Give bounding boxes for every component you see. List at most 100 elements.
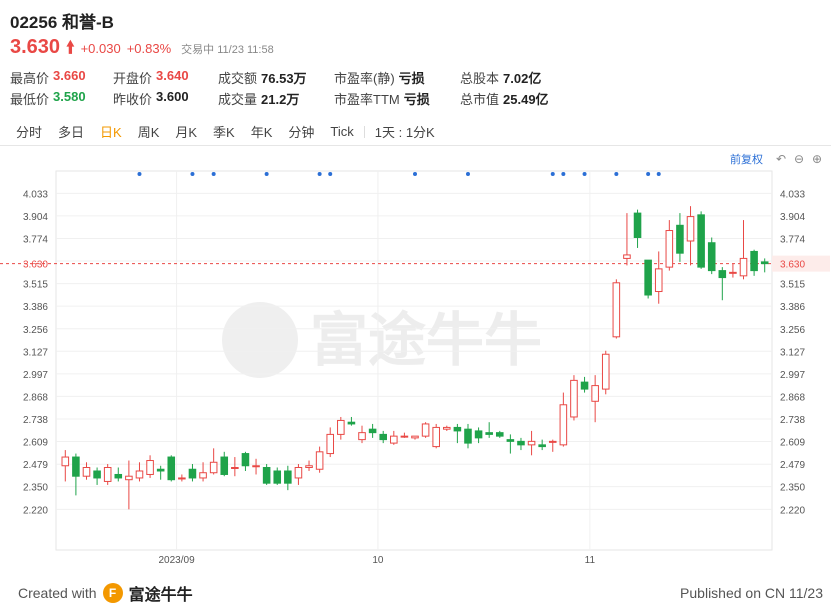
candle-body (485, 432, 493, 435)
candle-body (707, 242, 716, 272)
candle-body (432, 426, 440, 448)
tab-weekly-k[interactable]: 周K (130, 122, 168, 141)
y-tick-label-right: 2.868 (780, 392, 805, 403)
candle-body (146, 460, 154, 475)
period-tabs: 分时 多日 日K 周K 月K 季K 年K 分钟 Tick 1天 : 1分K (0, 118, 831, 146)
candle-body (411, 435, 419, 439)
candle-body (548, 440, 557, 443)
candle-body (199, 472, 207, 479)
stat-market-cap: 总市值 25.49亿 (460, 92, 549, 107)
futu-logo-icon: F (102, 583, 123, 603)
event-marker (190, 172, 195, 176)
tab-yearly-k[interactable]: 年K (243, 122, 281, 141)
stat-volume: 成交量 21.2万 (218, 92, 300, 107)
candle-body (114, 473, 123, 479)
candle-body (739, 257, 748, 277)
candle-body (527, 440, 536, 446)
candle-body (82, 467, 91, 477)
candle-body (188, 468, 197, 479)
y-tick-label-right: 2.350 (780, 483, 805, 494)
stat-pe-ttm: 市盈率TTM 亏损 (334, 92, 430, 107)
up-arrow-icon: 🠙 (66, 38, 75, 57)
y-tick-label-left: 3.630 (23, 260, 48, 271)
trading-status: 交易中 11/23 11:58 (181, 44, 274, 56)
candle-body (315, 451, 324, 470)
stat-low: 最低价 3.580 (10, 89, 86, 107)
published-text: Published on CN 11/23 (680, 585, 823, 601)
tab-monthly-k[interactable]: 月K (167, 122, 205, 141)
candle-body (686, 216, 695, 242)
candle-body (209, 461, 218, 474)
candle-body (443, 426, 451, 430)
x-tick-label: 2023/09 (158, 555, 195, 566)
candle-body (570, 379, 578, 418)
event-marker (328, 172, 333, 176)
candle-body (379, 433, 387, 441)
candle-body (220, 456, 229, 475)
candle-body (400, 435, 409, 438)
tab-daily-k[interactable]: 日K (92, 122, 130, 141)
y-tick-label-left: 3.774 (23, 235, 48, 246)
kline-chart[interactable]: 富途牛牛 4.033 3.904 3.774 3.630 3.515 3.386 3.256 3… (0, 164, 831, 568)
candle-body (125, 475, 133, 481)
event-marker (561, 172, 566, 176)
y-tick-label-left: 2.609 (23, 438, 48, 449)
y-tick-label-left: 2.220 (23, 505, 48, 516)
footer-credit: Created with F 富途牛牛 (18, 581, 193, 605)
candle-body (538, 444, 546, 448)
price-row: 3.630 🠙 +0.030 +0.83% 交易中 11/23 11:58 (10, 35, 274, 64)
price-change: +0.030 (80, 41, 121, 56)
candle-body (495, 432, 504, 437)
price-change-pct: +0.83% (126, 41, 172, 56)
y-tick-label-right: 2.738 (780, 415, 805, 426)
candle-body (633, 212, 642, 238)
tab-quarterly-k[interactable]: 季K (205, 122, 243, 141)
stat-open: 开盘价 3.640 (113, 68, 189, 86)
stats-row-1: 最高价 3.660 开盘价 3.640 成交额 76.53万 市盈率(静) 亏损 总股本… (10, 67, 570, 88)
candle-body (135, 470, 144, 479)
event-marker (614, 172, 619, 176)
candle-body (601, 353, 610, 390)
y-tick-label-left: 2.997 (23, 370, 48, 381)
candle-body (474, 430, 483, 439)
stock-header: 02256 和誉-B (10, 8, 114, 33)
candle-body (644, 259, 652, 296)
candle-body (453, 426, 462, 432)
event-marker (656, 172, 661, 176)
x-tick-label: 11 (585, 555, 596, 566)
candle-body (61, 456, 70, 467)
y-tick-label-right: 3.256 (780, 325, 805, 336)
y-tick-label-left: 3.515 (23, 280, 48, 291)
candle-body (580, 381, 589, 390)
tab-minute[interactable]: 分钟 (280, 122, 322, 141)
event-marker (550, 172, 555, 176)
watermark-logo (222, 302, 298, 378)
candle-body (262, 467, 271, 484)
stat-high: 最高价 3.660 (10, 68, 86, 86)
y-tick-label-left: 2.738 (23, 415, 48, 426)
y-tick-label-right: 2.609 (780, 438, 805, 449)
candle-body (337, 419, 345, 435)
y-tick-label-left: 2.868 (23, 392, 48, 403)
candle-body (284, 470, 292, 484)
candle-body (273, 470, 282, 484)
candle-body (718, 270, 727, 279)
tab-1day-1min[interactable]: 1天 : 1分K (367, 122, 443, 141)
stats-row-2: 最低价 3.580 昨收价 3.600 成交量 21.2万 市盈率TTM 亏损 总市值 2… (10, 88, 570, 109)
event-marker (582, 172, 587, 176)
candle-body (697, 214, 705, 268)
event-marker (646, 172, 651, 176)
y-tick-label-left: 3.127 (23, 347, 48, 358)
tab-multi-day[interactable]: 多日 (50, 122, 92, 141)
x-tick-label: 10 (372, 555, 384, 566)
candle-body (591, 385, 599, 402)
candle-body (390, 435, 398, 444)
y-tick-label-right: 2.479 (780, 460, 805, 471)
candle-body (156, 468, 165, 472)
candle-body (231, 467, 239, 469)
y-tick-label-left: 3.256 (23, 325, 48, 336)
stock-name: 02256 和誉-B (10, 13, 114, 32)
tab-intraday[interactable]: 分时 (8, 122, 50, 141)
candle-body (517, 440, 525, 446)
tab-tick[interactable]: Tick (322, 124, 361, 139)
